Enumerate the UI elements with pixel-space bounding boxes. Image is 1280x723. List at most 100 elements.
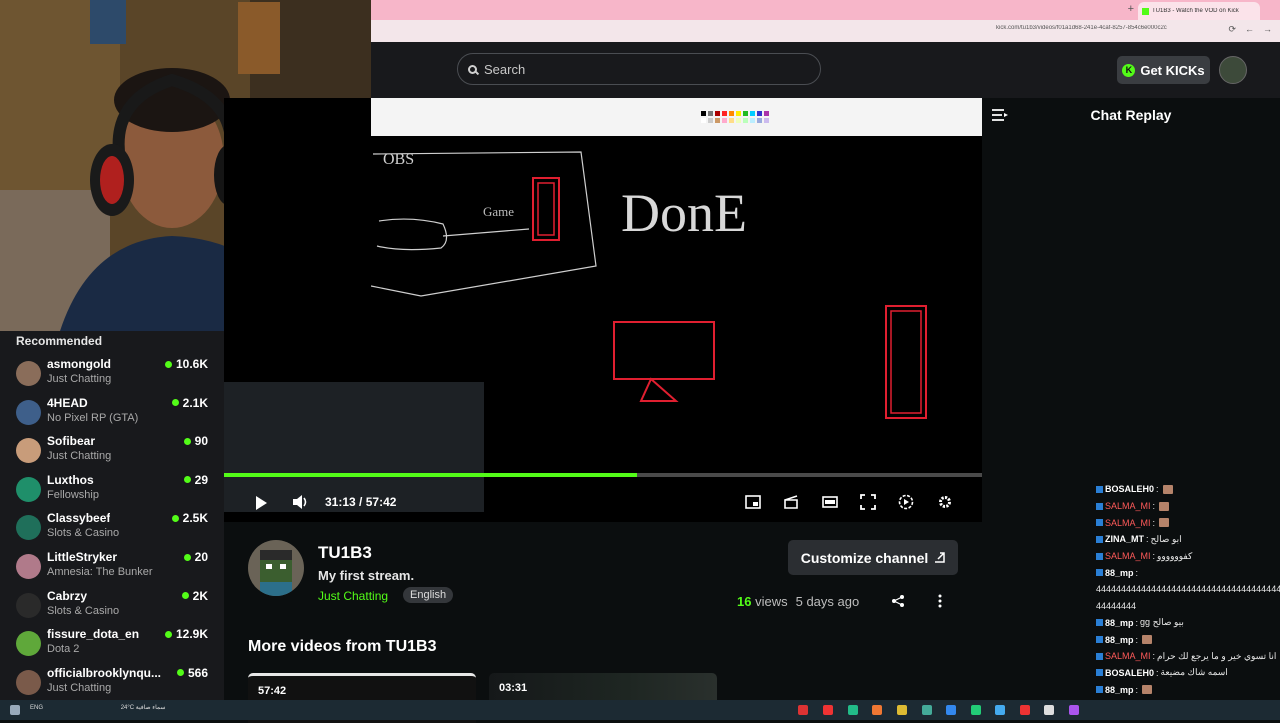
recommended-channel[interactable]: 4HEAD No Pixel RP (GTA) 2.1K xyxy=(0,392,224,430)
emote-icon xyxy=(1162,484,1173,494)
chat-username[interactable]: 88_mp xyxy=(1105,568,1134,578)
app-icon[interactable] xyxy=(971,705,981,715)
color-swatch xyxy=(708,111,713,116)
chat-message: 88_mp: gg بيو صالح xyxy=(1096,615,1280,632)
app-icon[interactable] xyxy=(823,705,833,715)
color-swatch xyxy=(701,111,706,116)
channel-name: Sofibear xyxy=(47,434,96,449)
get-kicks-button[interactable]: K Get KICKs xyxy=(1117,56,1210,84)
chat-username[interactable]: 88_mp xyxy=(1105,635,1134,645)
url-field[interactable]: kick.com/tu1b3/videos/f01a1d68-241e-4caf… xyxy=(996,25,1216,37)
channel-name: Cabrzy xyxy=(47,588,88,603)
video-category-link[interactable]: Just Chatting xyxy=(318,589,388,603)
app-icon[interactable] xyxy=(1069,705,1079,715)
language-indicator[interactable]: ENG xyxy=(30,705,43,711)
chat-colon: : xyxy=(1135,567,1139,578)
kicks-icon: K xyxy=(1122,63,1136,77)
app-icon[interactable] xyxy=(1044,705,1054,715)
theater-icon[interactable] xyxy=(822,494,838,510)
channel-name[interactable]: TU1B3 xyxy=(318,543,372,563)
chat-colon: : xyxy=(1135,684,1139,695)
browser-tab[interactable]: TU1B3 - Watch the VOD on Kick xyxy=(1138,2,1260,20)
back-icon[interactable]: ← xyxy=(1245,24,1254,34)
get-kicks-label: Get KICKs xyxy=(1140,62,1205,78)
viewer-count: 2.5K xyxy=(171,511,208,525)
recommended-channel[interactable]: Classybeef Slots & Casino 2.5K xyxy=(0,507,224,545)
chat-username[interactable]: SALMA_MI xyxy=(1105,551,1151,561)
progress-fill xyxy=(224,473,638,477)
share-icon[interactable] xyxy=(891,594,905,608)
recommended-channel[interactable]: asmongold Just Chatting 10.6K xyxy=(0,353,224,391)
chat-username[interactable]: SALMA_MI xyxy=(1105,518,1151,528)
start-icon[interactable] xyxy=(10,705,20,715)
volume-icon[interactable] xyxy=(291,493,309,511)
app-icon[interactable] xyxy=(1020,705,1030,715)
channel-avatar xyxy=(16,669,41,695)
recommended-channel[interactable]: Luxthos Fellowship 29 xyxy=(0,469,224,507)
chat-username[interactable]: BOSALEH0 xyxy=(1105,484,1154,494)
emote-icon xyxy=(1142,635,1153,645)
chat-username[interactable]: SALMA_MI xyxy=(1105,651,1151,661)
video-player[interactable]: OBS Game DonE 31:13 / 57:42 xyxy=(224,98,982,522)
svg-text:Game: Game xyxy=(483,204,514,219)
color-swatch xyxy=(736,118,741,123)
chat-username[interactable]: ZINA_MT xyxy=(1105,534,1144,544)
customize-channel-button[interactable]: Customize channel xyxy=(788,540,958,575)
app-icon[interactable] xyxy=(798,705,808,715)
time-total: 57:42 xyxy=(365,495,397,509)
chat-colon: : xyxy=(1152,501,1156,512)
new-tab-button[interactable]: + xyxy=(1128,3,1134,15)
viewer-count: 90 xyxy=(183,434,208,448)
folder-icon[interactable] xyxy=(897,705,907,715)
chat-text: اسمه شاك مضيعة xyxy=(1160,667,1228,678)
address-bar: kick.com/tu1b3/videos/f01a1d68-241e-4caf… xyxy=(371,20,1280,42)
channel-name: LittleStryker xyxy=(47,550,118,564)
channel-avatar[interactable] xyxy=(248,540,304,596)
viewer-count: 10.6K xyxy=(164,357,208,371)
more-options-icon[interactable] xyxy=(937,594,943,608)
play-button[interactable] xyxy=(256,496,267,510)
badge-icon xyxy=(1096,502,1103,510)
viewer-count: 566 xyxy=(176,666,208,680)
color-swatch xyxy=(722,111,727,116)
app-icon[interactable] xyxy=(848,705,858,715)
viewer-count: 12.9K xyxy=(164,627,208,641)
color-swatch xyxy=(757,118,762,123)
playback-speed-icon[interactable] xyxy=(898,494,914,510)
live-dot-icon xyxy=(171,514,179,522)
chat-username[interactable]: 88_mp xyxy=(1105,685,1134,695)
channel-avatar xyxy=(16,554,41,579)
language-tag[interactable]: English xyxy=(403,587,454,603)
settings-gear-icon[interactable] xyxy=(937,494,953,510)
recommended-title: Recommended xyxy=(16,334,103,348)
recommended-channel[interactable]: fissure_dota_en Dota 2 12.9K xyxy=(0,623,224,661)
fullscreen-icon[interactable] xyxy=(860,494,876,510)
pip-icon[interactable] xyxy=(745,494,761,510)
recommended-channel[interactable]: Sofibear Just Chatting 90 xyxy=(0,430,224,468)
app-icon[interactable] xyxy=(872,705,882,715)
chat-message: 88_mp: xyxy=(1096,564,1280,581)
chat-text: انا تسوي خير و ما يرجع لك حرام xyxy=(1157,650,1277,661)
browser-icon[interactable] xyxy=(922,705,932,715)
edge-icon[interactable] xyxy=(946,705,956,715)
recommended-channel[interactable]: LittleStryker Amnesia: The Bunker 20 xyxy=(0,546,224,584)
search-input[interactable]: Search xyxy=(457,53,821,85)
emote-icon xyxy=(1142,685,1153,695)
channel-category: Slots & Casino xyxy=(47,527,120,540)
chat-username[interactable]: BOSALEH0 xyxy=(1105,668,1154,678)
forward-icon[interactable]: → xyxy=(1263,24,1272,34)
recommended-channel[interactable]: officialbrooklynqu... Just Chatting 566 xyxy=(0,662,224,700)
user-avatar[interactable] xyxy=(1219,56,1247,84)
chat-username[interactable]: 88_mp xyxy=(1105,618,1134,628)
live-dot-icon xyxy=(181,592,189,600)
channel-name: officialbrooklynqu... xyxy=(47,665,162,680)
channel-category: Dota 2 xyxy=(47,643,80,656)
reload-icon[interactable]: ⟳ xyxy=(1228,24,1236,35)
app-icon[interactable] xyxy=(995,705,1005,715)
progress-bar[interactable] xyxy=(224,473,982,477)
recommended-channel[interactable]: Cabrzy Slots & Casino 2K xyxy=(0,585,224,623)
badge-icon xyxy=(1096,535,1103,543)
chat-message: BOSALEH0: اسمه شاك مضيعة xyxy=(1096,665,1280,682)
chat-username[interactable]: SALMA_MI xyxy=(1105,501,1151,511)
clip-icon[interactable] xyxy=(783,494,799,510)
